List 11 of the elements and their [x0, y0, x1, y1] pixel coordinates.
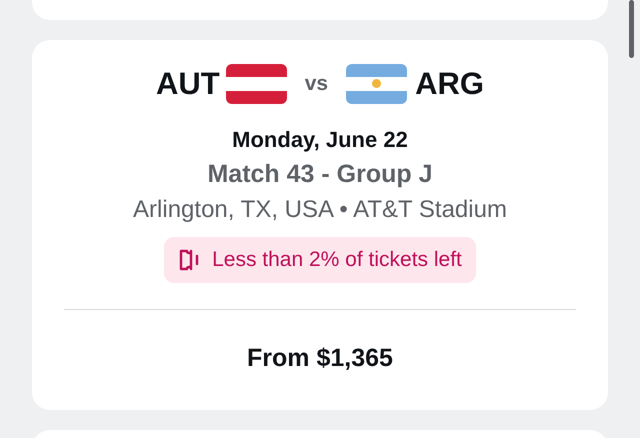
match-title: Match 43 - Group J	[207, 159, 433, 190]
team-code: AUT	[156, 64, 220, 103]
versus-text: vs	[304, 71, 328, 98]
team-code: ARG	[415, 64, 484, 103]
scrollbar-thumb[interactable]	[629, 0, 634, 58]
availability-text: Less than 2% of tickets left	[212, 247, 462, 274]
match-date: Monday, June 22	[232, 126, 408, 154]
flag-icon	[226, 64, 287, 104]
price-text: From $1,365	[247, 343, 393, 374]
match-location: Arlington, TX, USA • AT&T Stadium	[133, 195, 507, 225]
flag-icon	[346, 64, 408, 104]
